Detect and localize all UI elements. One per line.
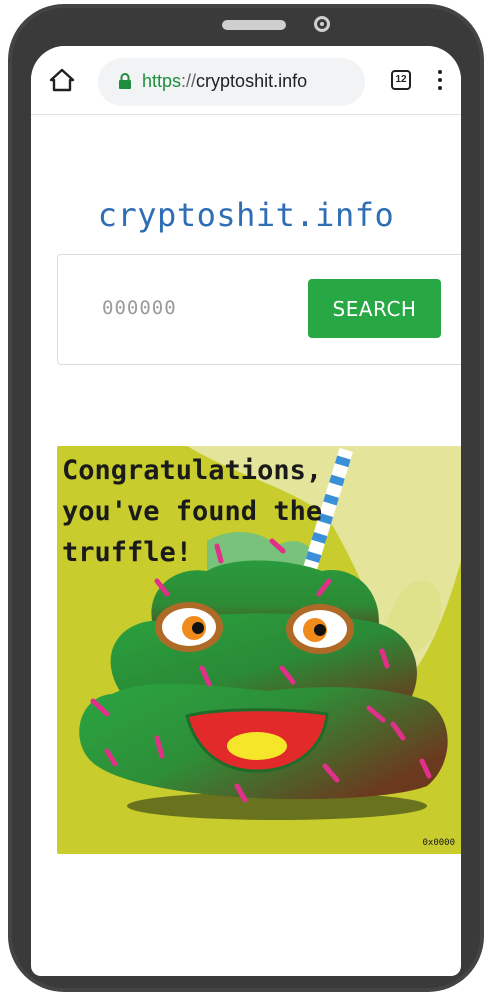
address-bar[interactable]: https://cryptoshit.info [98,58,365,106]
right-eye [286,604,354,654]
tab-switcher-button[interactable]: 12 [391,70,411,90]
search-input[interactable] [72,279,282,337]
search-button[interactable]: SEARCH [308,279,441,338]
url-scheme: https [142,71,182,91]
artwork-code: 0x0000 [422,838,455,848]
page-title: cryptoshit.info [97,196,395,234]
more-options-icon[interactable] [437,70,443,92]
browser-toolbar: https://cryptoshit.info 12 [31,46,461,115]
lock-icon [119,73,131,89]
phone-speaker [222,20,286,30]
home-icon[interactable] [49,68,75,92]
phone-screen: https://cryptoshit.info 12 cryptoshit.in… [31,46,461,976]
artwork-caption: Congratulations, you've found the truffl… [62,455,323,568]
truffle-artwork: Congratulations, you've found the truffl… [57,446,461,854]
search-card: SEARCH [57,254,461,365]
tongue [227,732,287,760]
url-text: https://cryptoshit.info [142,71,307,92]
url-separator: :// [181,71,197,91]
left-eye [155,602,223,652]
url-host: cryptoshit.info [196,71,308,91]
phone-frame: https://cryptoshit.info 12 cryptoshit.in… [8,4,484,992]
phone-camera [314,16,330,32]
